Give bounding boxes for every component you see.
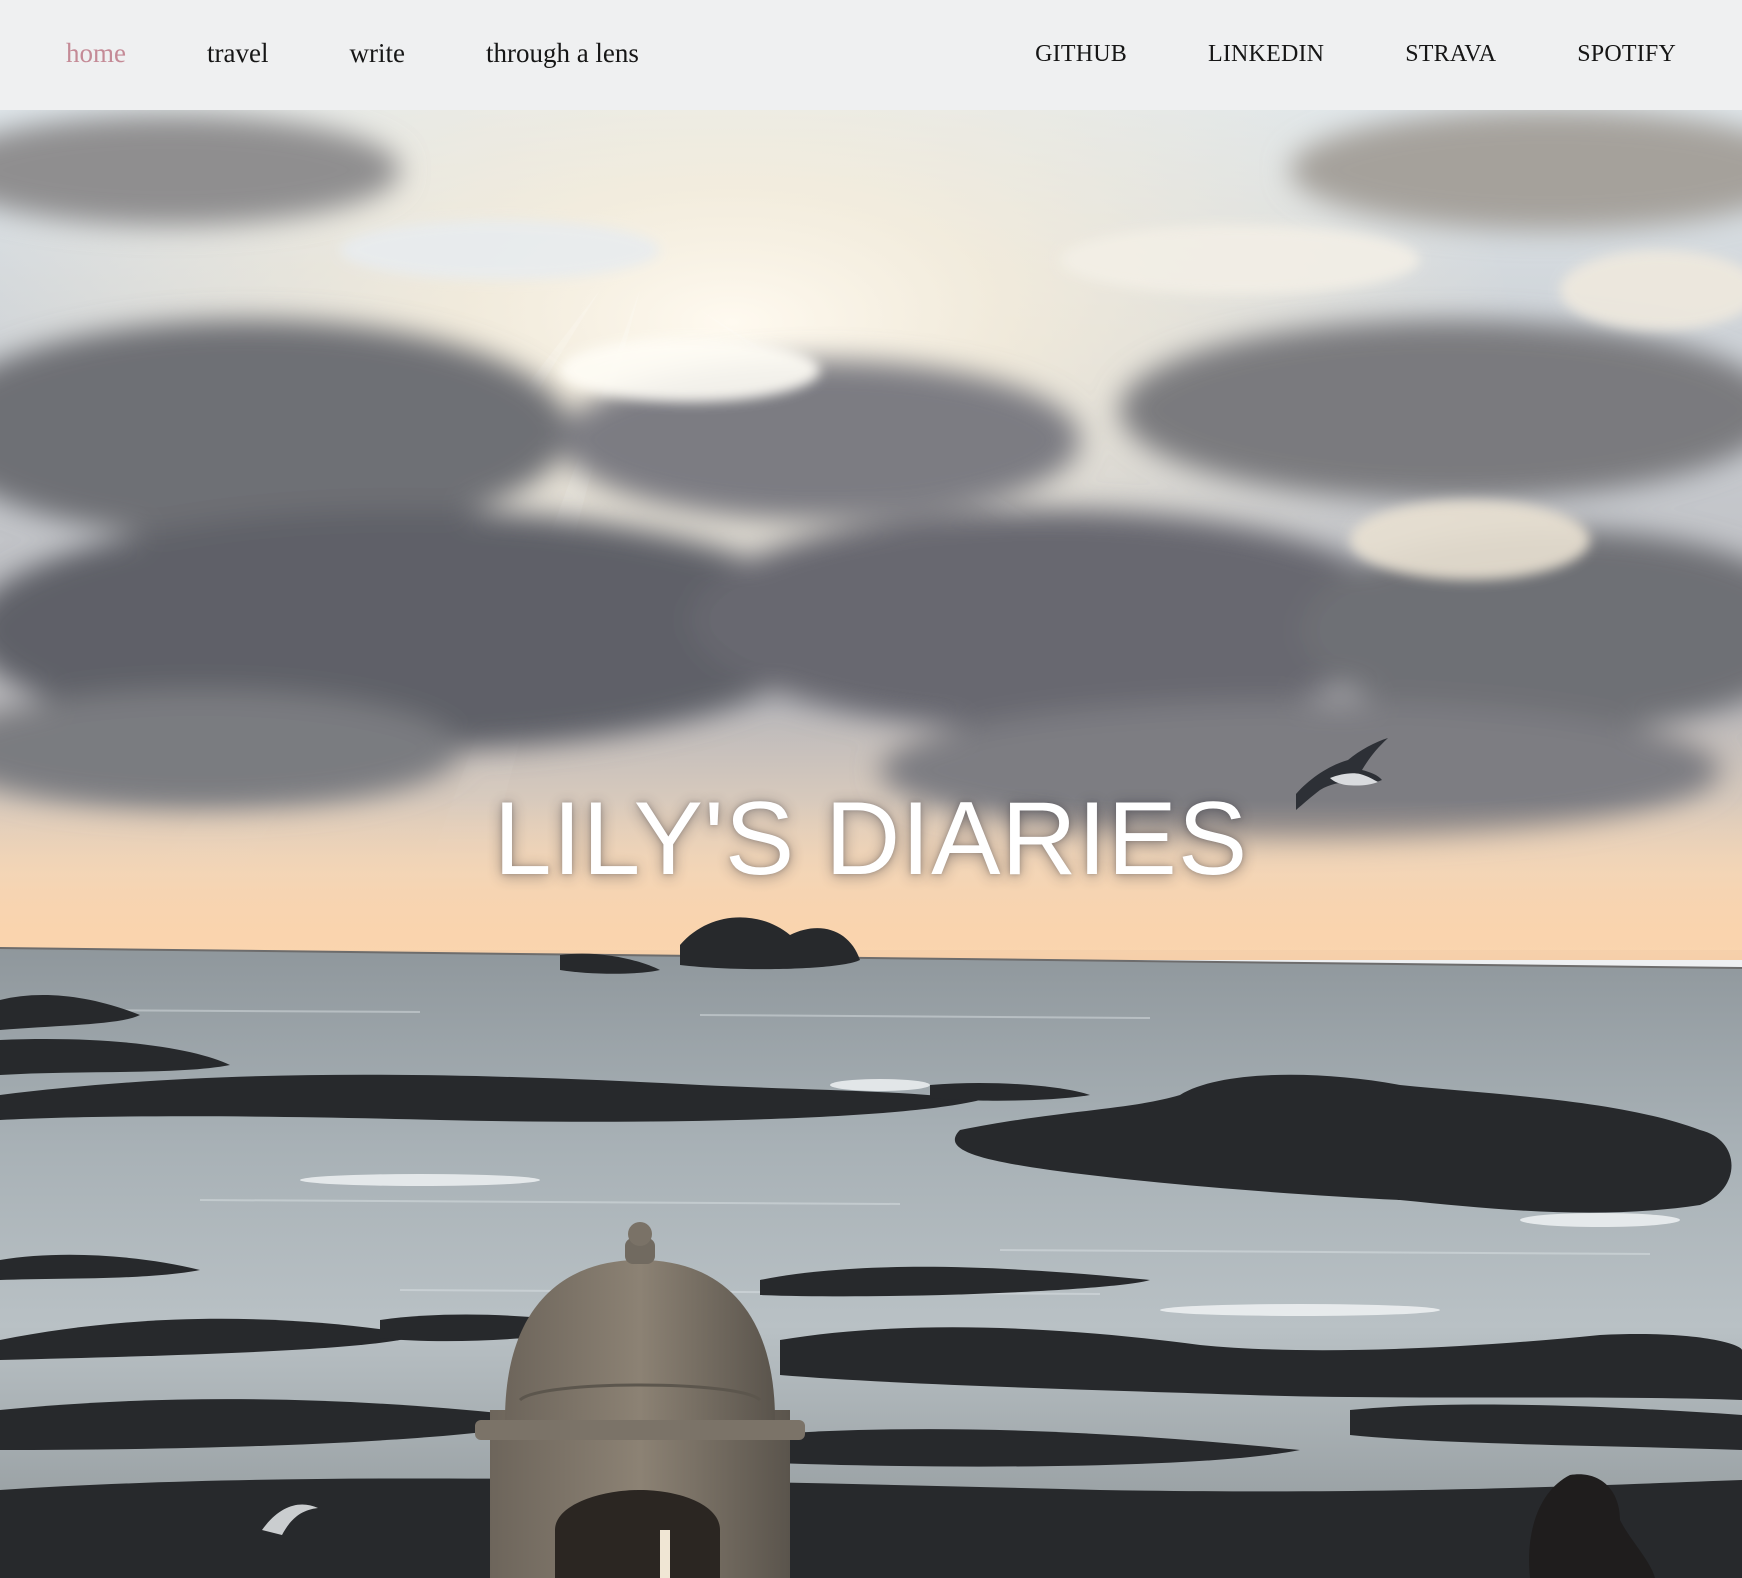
social-link-github[interactable]: GITHUB [1035,41,1127,68]
nav-link-travel[interactable]: travel [207,38,268,69]
social-link-strava[interactable]: STRAVA [1405,41,1496,68]
site-nav-links: home travel write through a lens [66,0,720,106]
nav-link-home[interactable]: home [66,38,126,69]
page: home travel write through a lens GITHUB … [0,0,1742,1578]
nav-link-through-a-lens[interactable]: through a lens [486,38,639,69]
site-title: LILY'S DIARIES [493,781,1249,897]
social-link-spotify[interactable]: SPOTIFY [1577,41,1676,68]
social-nav-links: GITHUB LINKEDIN STRAVA SPOTIFY [1035,0,1676,108]
nav-link-write[interactable]: write [349,38,404,69]
top-navigation-bar: home travel write through a lens GITHUB … [0,0,1742,110]
hero-photo: LILY'S DIARIES [0,110,1742,1578]
social-link-linkedin[interactable]: LINKEDIN [1208,41,1324,68]
